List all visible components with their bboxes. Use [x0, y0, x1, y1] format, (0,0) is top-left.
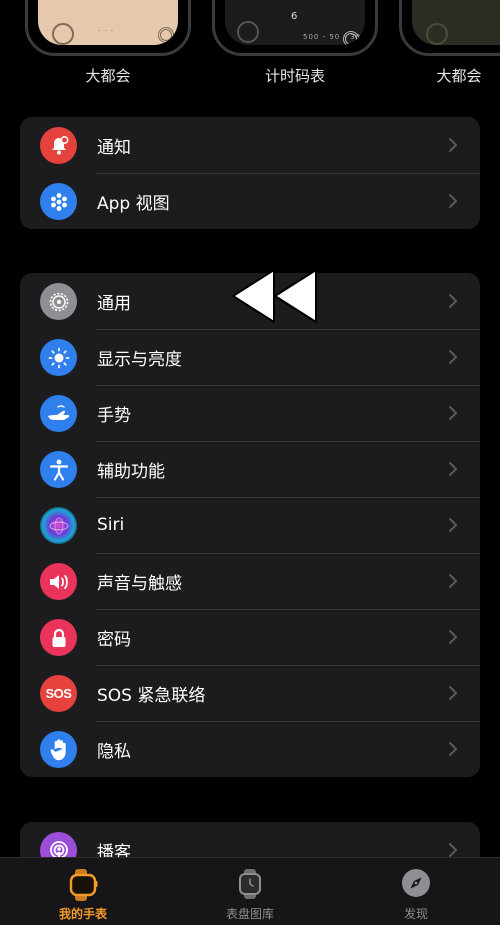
- dial-scale: · · ·: [98, 27, 115, 35]
- lock-icon: [40, 619, 77, 656]
- activity-ring-icon: [158, 27, 174, 43]
- watch-icon: [69, 869, 98, 901]
- bell-icon: [40, 127, 77, 164]
- watch-face-metropolitan-2[interactable]: [399, 0, 500, 56]
- face-label: 大都会: [85, 67, 131, 85]
- watch-face-dial: 6 500 - 50 - 30: [225, 0, 365, 45]
- subdial: [237, 21, 259, 43]
- chevron-right-icon: [449, 294, 457, 308]
- sos-badge-text: SOS: [45, 686, 72, 701]
- face-label: 计时码表: [264, 67, 325, 85]
- row-label: 辅助功能: [97, 461, 165, 482]
- settings-group-1: 通知 App 视图: [20, 117, 480, 229]
- sos-icon: SOS: [40, 675, 77, 712]
- chevron-right-icon: [449, 194, 457, 208]
- row-label: Siri: [97, 515, 125, 535]
- settings-row-passcode[interactable]: 密码: [20, 609, 480, 665]
- chevron-right-icon: [449, 406, 457, 420]
- subdial: [52, 23, 74, 45]
- row-label: 通用: [97, 293, 131, 314]
- tab-label: 表盘图库: [225, 907, 274, 921]
- compass-icon: [402, 869, 430, 897]
- row-label: App 视图: [97, 193, 170, 214]
- chevron-right-icon: [449, 843, 457, 857]
- settings-row-display-brightness[interactable]: 显示与亮度: [20, 329, 480, 385]
- row-label: 显示与亮度: [97, 349, 182, 370]
- app-grid-icon: [40, 183, 77, 220]
- watch-face-chronograph[interactable]: 6 500 - 50 - 30: [212, 0, 378, 56]
- settings-row-sounds-haptics[interactable]: 声音与触感: [20, 553, 480, 609]
- row-label: 隐私: [97, 741, 131, 762]
- tab-label: 发现: [403, 907, 428, 921]
- activity-ring-icon: [343, 31, 359, 45]
- row-label: 手势: [97, 405, 131, 426]
- accessibility-icon: [40, 451, 77, 488]
- settings-group-2: 通用 显示与亮度 手势 辅助功能 Siri 声音与触感 密码 SOS SOS 紧…: [20, 273, 480, 777]
- settings-row-siri[interactable]: Siri: [20, 497, 480, 553]
- chevron-right-icon: [449, 518, 457, 532]
- chevron-right-icon: [449, 138, 457, 152]
- gear-icon: [40, 283, 77, 320]
- dial-number: 6: [291, 11, 298, 22]
- siri-icon: [40, 507, 77, 544]
- tab-bar: 我的手表 表盘图库 发现: [0, 857, 500, 925]
- watch-faces-carousel: · · · 6 500 - 50 - 30 大都会 计时码表 大都会: [0, 0, 500, 100]
- settings-row-gestures[interactable]: 手势: [20, 385, 480, 441]
- row-label: 密码: [97, 629, 131, 650]
- watch-face-gallery-icon: [239, 869, 261, 899]
- row-label: 声音与触感: [97, 573, 182, 594]
- sun-icon: [40, 339, 77, 376]
- chevron-right-icon: [449, 462, 457, 476]
- row-label: SOS 紧急联络: [97, 685, 206, 706]
- tab-label: 我的手表: [58, 907, 107, 921]
- watch-face-metropolitan-1[interactable]: · · ·: [25, 0, 191, 56]
- chevron-right-icon: [449, 742, 457, 756]
- tab-my-watch[interactable]: 我的手表: [0, 858, 166, 925]
- subdial: [426, 23, 448, 45]
- watch-face-dial: [412, 0, 500, 45]
- chevron-right-icon: [449, 350, 457, 364]
- hand-raised-icon: [40, 731, 77, 768]
- chevron-right-icon: [449, 574, 457, 588]
- tab-discover[interactable]: 发现: [333, 858, 499, 925]
- watch-face-dial: · · ·: [38, 0, 178, 45]
- settings-row-privacy[interactable]: 隐私: [20, 721, 480, 777]
- row-label: 通知: [97, 137, 131, 158]
- rewind-icon[interactable]: [231, 268, 317, 324]
- speaker-icon: [40, 563, 77, 600]
- settings-row-accessibility[interactable]: 辅助功能: [20, 441, 480, 497]
- face-label: 大都会: [436, 67, 482, 85]
- chevron-right-icon: [449, 630, 457, 644]
- settings-row-notifications[interactable]: 通知: [20, 117, 480, 173]
- settings-row-emergency-sos[interactable]: SOS SOS 紧急联络: [20, 665, 480, 721]
- settings-row-app-view[interactable]: App 视图: [20, 173, 480, 229]
- hand-gesture-icon: [40, 395, 77, 432]
- tab-face-gallery[interactable]: 表盘图库: [167, 858, 333, 925]
- chevron-right-icon: [449, 686, 457, 700]
